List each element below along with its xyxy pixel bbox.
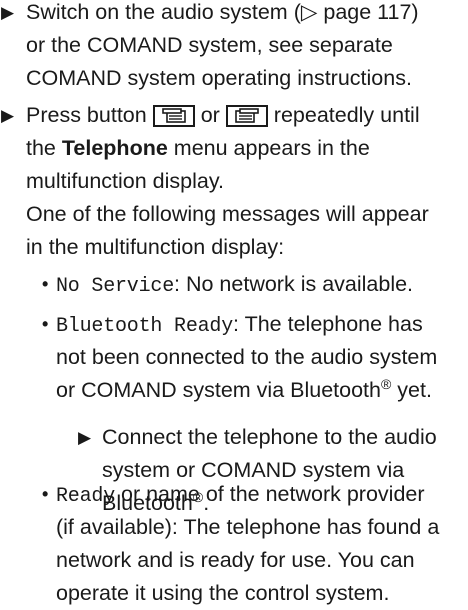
step-1-line-2: or the COMAND system, see separate — [26, 33, 393, 57]
message-line-4: operate it using the control system. — [56, 581, 390, 605]
message-code: No Service — [56, 275, 175, 298]
bullet-icon: • — [42, 484, 49, 504]
press-button-text: Press button — [26, 103, 147, 127]
step-arrow-icon: ▶ — [1, 3, 15, 22]
step-1: ▶ Switch on the audio system (▷ page 117… — [0, 0, 468, 95]
the-text: the — [26, 136, 56, 160]
message-description: : No network is available. — [174, 272, 414, 296]
message-line-2: not been connected to the audio system — [56, 345, 438, 369]
step-2-line-1: Press button or repeatedly until — [26, 99, 420, 132]
yet-text: yet. — [391, 378, 432, 402]
display-forward-button-icon — [225, 105, 268, 127]
registered-mark: ® — [381, 376, 392, 392]
message-line-1: Bluetooth Ready: The telephone has — [56, 308, 423, 343]
step-2-line-5: in the multifunction display: — [26, 235, 285, 259]
or-text: or — [200, 103, 220, 127]
message-line: No Service: No network is available. — [56, 268, 413, 303]
step-2-line-3: multifunction display. — [26, 169, 224, 193]
message-line-2: (if available): The telephone has found … — [56, 515, 440, 539]
message-ready: • Ready or name of the network provider … — [0, 478, 468, 610]
display-back-button-icon — [152, 105, 195, 127]
repeatedly-until-text: repeatedly until — [273, 103, 420, 127]
substep-arrow-icon: ▶ — [78, 428, 92, 447]
step-2-line-2: the Telephone menu appears in the — [26, 132, 370, 165]
document-page: ▶ Switch on the audio system (▷ page 117… — [0, 0, 468, 609]
step-2: ▶ Press button or repeatedly until the T… — [0, 99, 468, 264]
message-code: Ready — [56, 485, 116, 508]
message-line-3: network and is ready for use. You can — [56, 548, 415, 572]
step-2-line-4: One of the following messages will appea… — [26, 202, 429, 226]
menu-appears-text: menu appears in the — [173, 136, 370, 160]
message-no-service: • No Service: No network is available. — [0, 268, 468, 301]
step-1-line-3: COMAND system operating instructions. — [26, 66, 412, 90]
message-line-3: or COMAND system via Bluetooth® yet. — [56, 374, 432, 409]
message-description: : The telephone has — [233, 312, 423, 336]
message-line-1: Ready or name of the network provider — [56, 478, 425, 513]
bullet-icon: • — [42, 314, 49, 334]
step-1-line-1: Switch on the audio system (▷ page 117) — [26, 0, 419, 24]
substep-line-1: Connect the telephone to the audio — [102, 425, 437, 449]
substep: ▶ Connect the telephone to the audio — [0, 421, 468, 454]
message-description: or name of the network provider — [115, 482, 425, 506]
message-code: Bluetooth Ready — [56, 315, 234, 338]
telephone-menu-name: Telephone — [61, 136, 168, 160]
bullet-icon: • — [42, 274, 49, 294]
bluetooth-text: or COMAND system via Bluetooth — [56, 378, 381, 402]
step-arrow-icon: ▶ — [1, 106, 15, 125]
